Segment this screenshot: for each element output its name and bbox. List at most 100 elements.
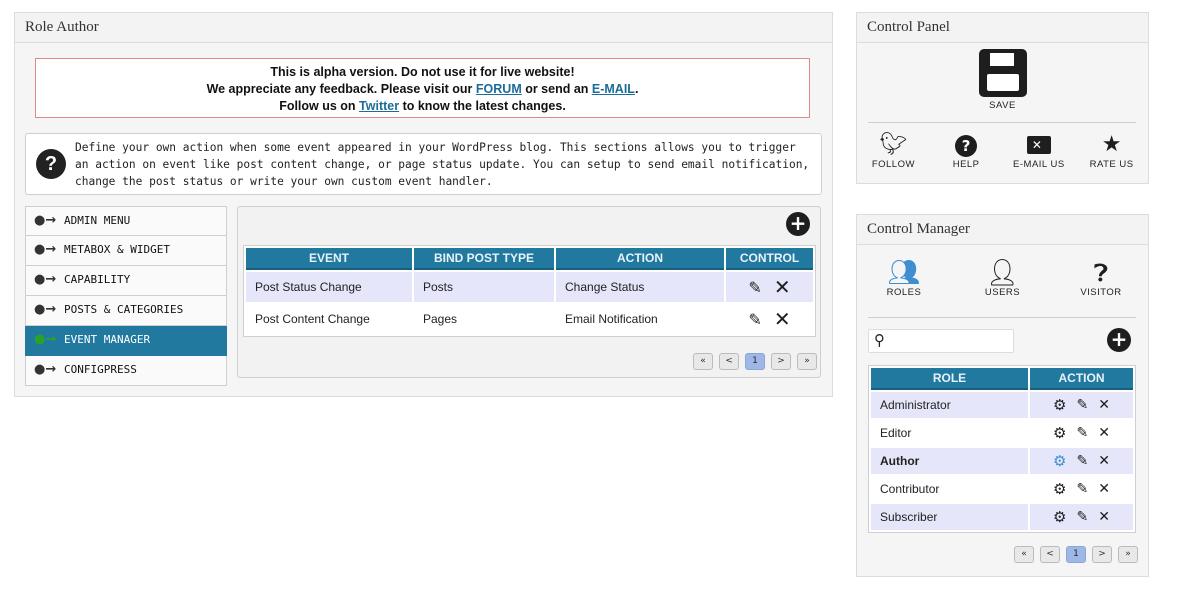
search-icon: ⚲ <box>874 331 885 349</box>
delete-icon[interactable]: ✕ <box>1098 425 1110 441</box>
email-us-button[interactable]: E-MAIL US <box>1006 131 1072 170</box>
add-role-button[interactable]: + <box>1107 328 1131 352</box>
menu-item-configpress[interactable]: ●→ CONFIGPRESS <box>25 356 227 386</box>
table-row[interactable]: Administrator ⚙ ✎ ✕ <box>871 392 1133 418</box>
panel-title: Role Author <box>15 13 832 43</box>
delete-icon[interactable]: ✕ <box>1098 481 1110 497</box>
table-header-row: ROLE ACTION <box>871 368 1133 390</box>
manage-icon[interactable]: ⚙ <box>1053 396 1066 414</box>
column-header-action: ACTION <box>1030 368 1133 390</box>
menu-item-metabox-widget[interactable]: ●→ METABOX & WIDGET <box>25 236 227 266</box>
action-cell: Email Notification <box>556 304 724 334</box>
menu-item-capability[interactable]: ●→ CAPABILITY <box>25 266 227 296</box>
pager-last-button[interactable]: » <box>1118 546 1138 563</box>
role-actions: ⚙ ✎ ✕ <box>1030 476 1133 502</box>
edit-icon[interactable]: ✎ <box>1076 425 1088 441</box>
roles-label: ROLES <box>886 287 922 298</box>
divider <box>868 317 1136 318</box>
control-cell: ✎ ✕ <box>726 272 813 302</box>
edit-icon[interactable]: ✎ <box>1076 509 1088 525</box>
arrow-icon: ●→ <box>34 302 57 317</box>
delete-icon[interactable]: ✕ <box>1098 397 1110 413</box>
forum-link[interactable]: FORUM <box>476 82 522 96</box>
role-actions: ⚙ ✎ ✕ <box>1030 392 1133 418</box>
role-name: Editor <box>871 420 1028 446</box>
arrow-icon: ●→ <box>34 272 57 287</box>
table-row: Post Status Change Posts Change Status ✎… <box>246 272 813 302</box>
users-label: USERS <box>984 287 1021 298</box>
pager-current-page[interactable]: 1 <box>745 353 765 370</box>
edit-icon[interactable]: ✎ <box>748 310 761 329</box>
pager-first-button[interactable]: « <box>693 353 713 370</box>
role-name: Author <box>871 448 1028 474</box>
twitter-link[interactable]: Twitter <box>359 99 399 113</box>
column-header-action[interactable]: ACTION <box>556 248 724 270</box>
pager-next-button[interactable]: > <box>771 353 791 370</box>
menu-item-label: EVENT MANAGER <box>64 333 151 346</box>
save-label: SAVE <box>989 100 1016 111</box>
role-actions: ⚙ ✎ ✕ <box>1030 420 1133 446</box>
edit-icon[interactable]: ✎ <box>1076 453 1088 469</box>
table-row[interactable]: Contributor ⚙ ✎ ✕ <box>871 476 1133 502</box>
table-row[interactable]: Editor ⚙ ✎ ✕ <box>871 420 1133 446</box>
manage-icon[interactable]: ⚙ <box>1053 424 1066 442</box>
pager-next-button[interactable]: > <box>1092 546 1112 563</box>
tab-visitor[interactable]: ❓︎ VISITOR <box>1068 259 1134 298</box>
role-name: Subscriber <box>871 504 1028 530</box>
column-header-post-type[interactable]: BIND POST TYPE <box>414 248 554 270</box>
edit-icon[interactable]: ✎ <box>1076 481 1088 497</box>
menu-item-label: ADMIN MENU <box>64 214 131 227</box>
arrow-icon: ●→ <box>34 362 57 377</box>
tab-users[interactable]: 👤︎ USERS <box>970 259 1036 298</box>
manage-icon[interactable]: ⚙ <box>1053 452 1066 470</box>
add-event-button[interactable]: + <box>786 212 810 236</box>
follow-button[interactable]: 🐦︎ FOLLOW <box>860 131 926 170</box>
delete-icon[interactable]: ✕ <box>774 307 791 331</box>
manage-icon[interactable]: ⚙ <box>1053 508 1066 526</box>
role-search-input[interactable]: ⚲ <box>868 329 1014 353</box>
alert-text: to know the latest changes. <box>399 99 566 113</box>
delete-icon[interactable]: ✕ <box>1098 453 1110 469</box>
pager-first-button[interactable]: « <box>1014 546 1034 563</box>
arrow-icon: ●→ <box>34 213 57 228</box>
rate-us-button[interactable]: ★ RATE US <box>1079 131 1145 170</box>
control-panel-actions: 🐦︎ FOLLOW ? HELP E-MAIL US ★ RATE US <box>857 131 1148 170</box>
email-link[interactable]: E-MAIL <box>592 82 635 96</box>
column-header-role[interactable]: ROLE <box>871 368 1028 390</box>
control-cell: ✎ ✕ <box>726 304 813 334</box>
side-menu: ●→ ADMIN MENU ●→ METABOX & WIDGET ●→ CAPABI… <box>25 206 227 386</box>
info-box: ? Define your own action when some event… <box>25 133 822 195</box>
save-button[interactable]: SAVE <box>857 49 1148 111</box>
menu-item-label: METABOX & WIDGET <box>64 243 170 256</box>
menu-item-posts-categories[interactable]: ●→ POSTS & CATEGORIES <box>25 296 227 326</box>
post-type-cell: Pages <box>414 304 554 334</box>
panel-title: Control Manager <box>857 215 1148 245</box>
edit-icon[interactable]: ✎ <box>748 278 761 297</box>
table-row[interactable]: Subscriber ⚙ ✎ ✕ <box>871 504 1133 530</box>
event-cell: Post Content Change <box>246 304 412 334</box>
twitter-icon: 🐦︎ <box>879 132 908 157</box>
delete-icon[interactable]: ✕ <box>774 275 791 299</box>
column-header-control: CONTROL <box>726 248 813 270</box>
manage-icon[interactable]: ⚙ <box>1053 480 1066 498</box>
menu-item-admin-menu[interactable]: ●→ ADMIN MENU <box>25 206 227 236</box>
alert-line-3: Follow us on Twitter to know the latest … <box>36 98 809 115</box>
edit-icon[interactable]: ✎ <box>1076 397 1088 413</box>
alert-text: or send an <box>521 82 592 96</box>
pager-prev-button[interactable]: < <box>1040 546 1060 563</box>
help-label: HELP <box>952 159 980 170</box>
table-row[interactable]: Author ⚙ ✎ ✕ <box>871 448 1133 474</box>
pager-current-page[interactable]: 1 <box>1066 546 1086 563</box>
alpha-alert: This is alpha version. Do not use it for… <box>35 58 810 118</box>
delete-icon[interactable]: ✕ <box>1098 509 1110 525</box>
pager-last-button[interactable]: » <box>797 353 817 370</box>
event-cell: Post Status Change <box>246 272 412 302</box>
help-button[interactable]: ? HELP <box>933 131 999 170</box>
email-us-label: E-MAIL US <box>1013 159 1065 170</box>
pager-prev-button[interactable]: < <box>719 353 739 370</box>
search-field[interactable] <box>891 332 1009 350</box>
help-icon: ? <box>933 131 999 159</box>
column-header-event[interactable]: EVENT <box>246 248 412 270</box>
menu-item-event-manager[interactable]: ●→ EVENT MANAGER <box>25 326 227 356</box>
tab-roles[interactable]: 👥︎ ROLES <box>871 259 937 298</box>
